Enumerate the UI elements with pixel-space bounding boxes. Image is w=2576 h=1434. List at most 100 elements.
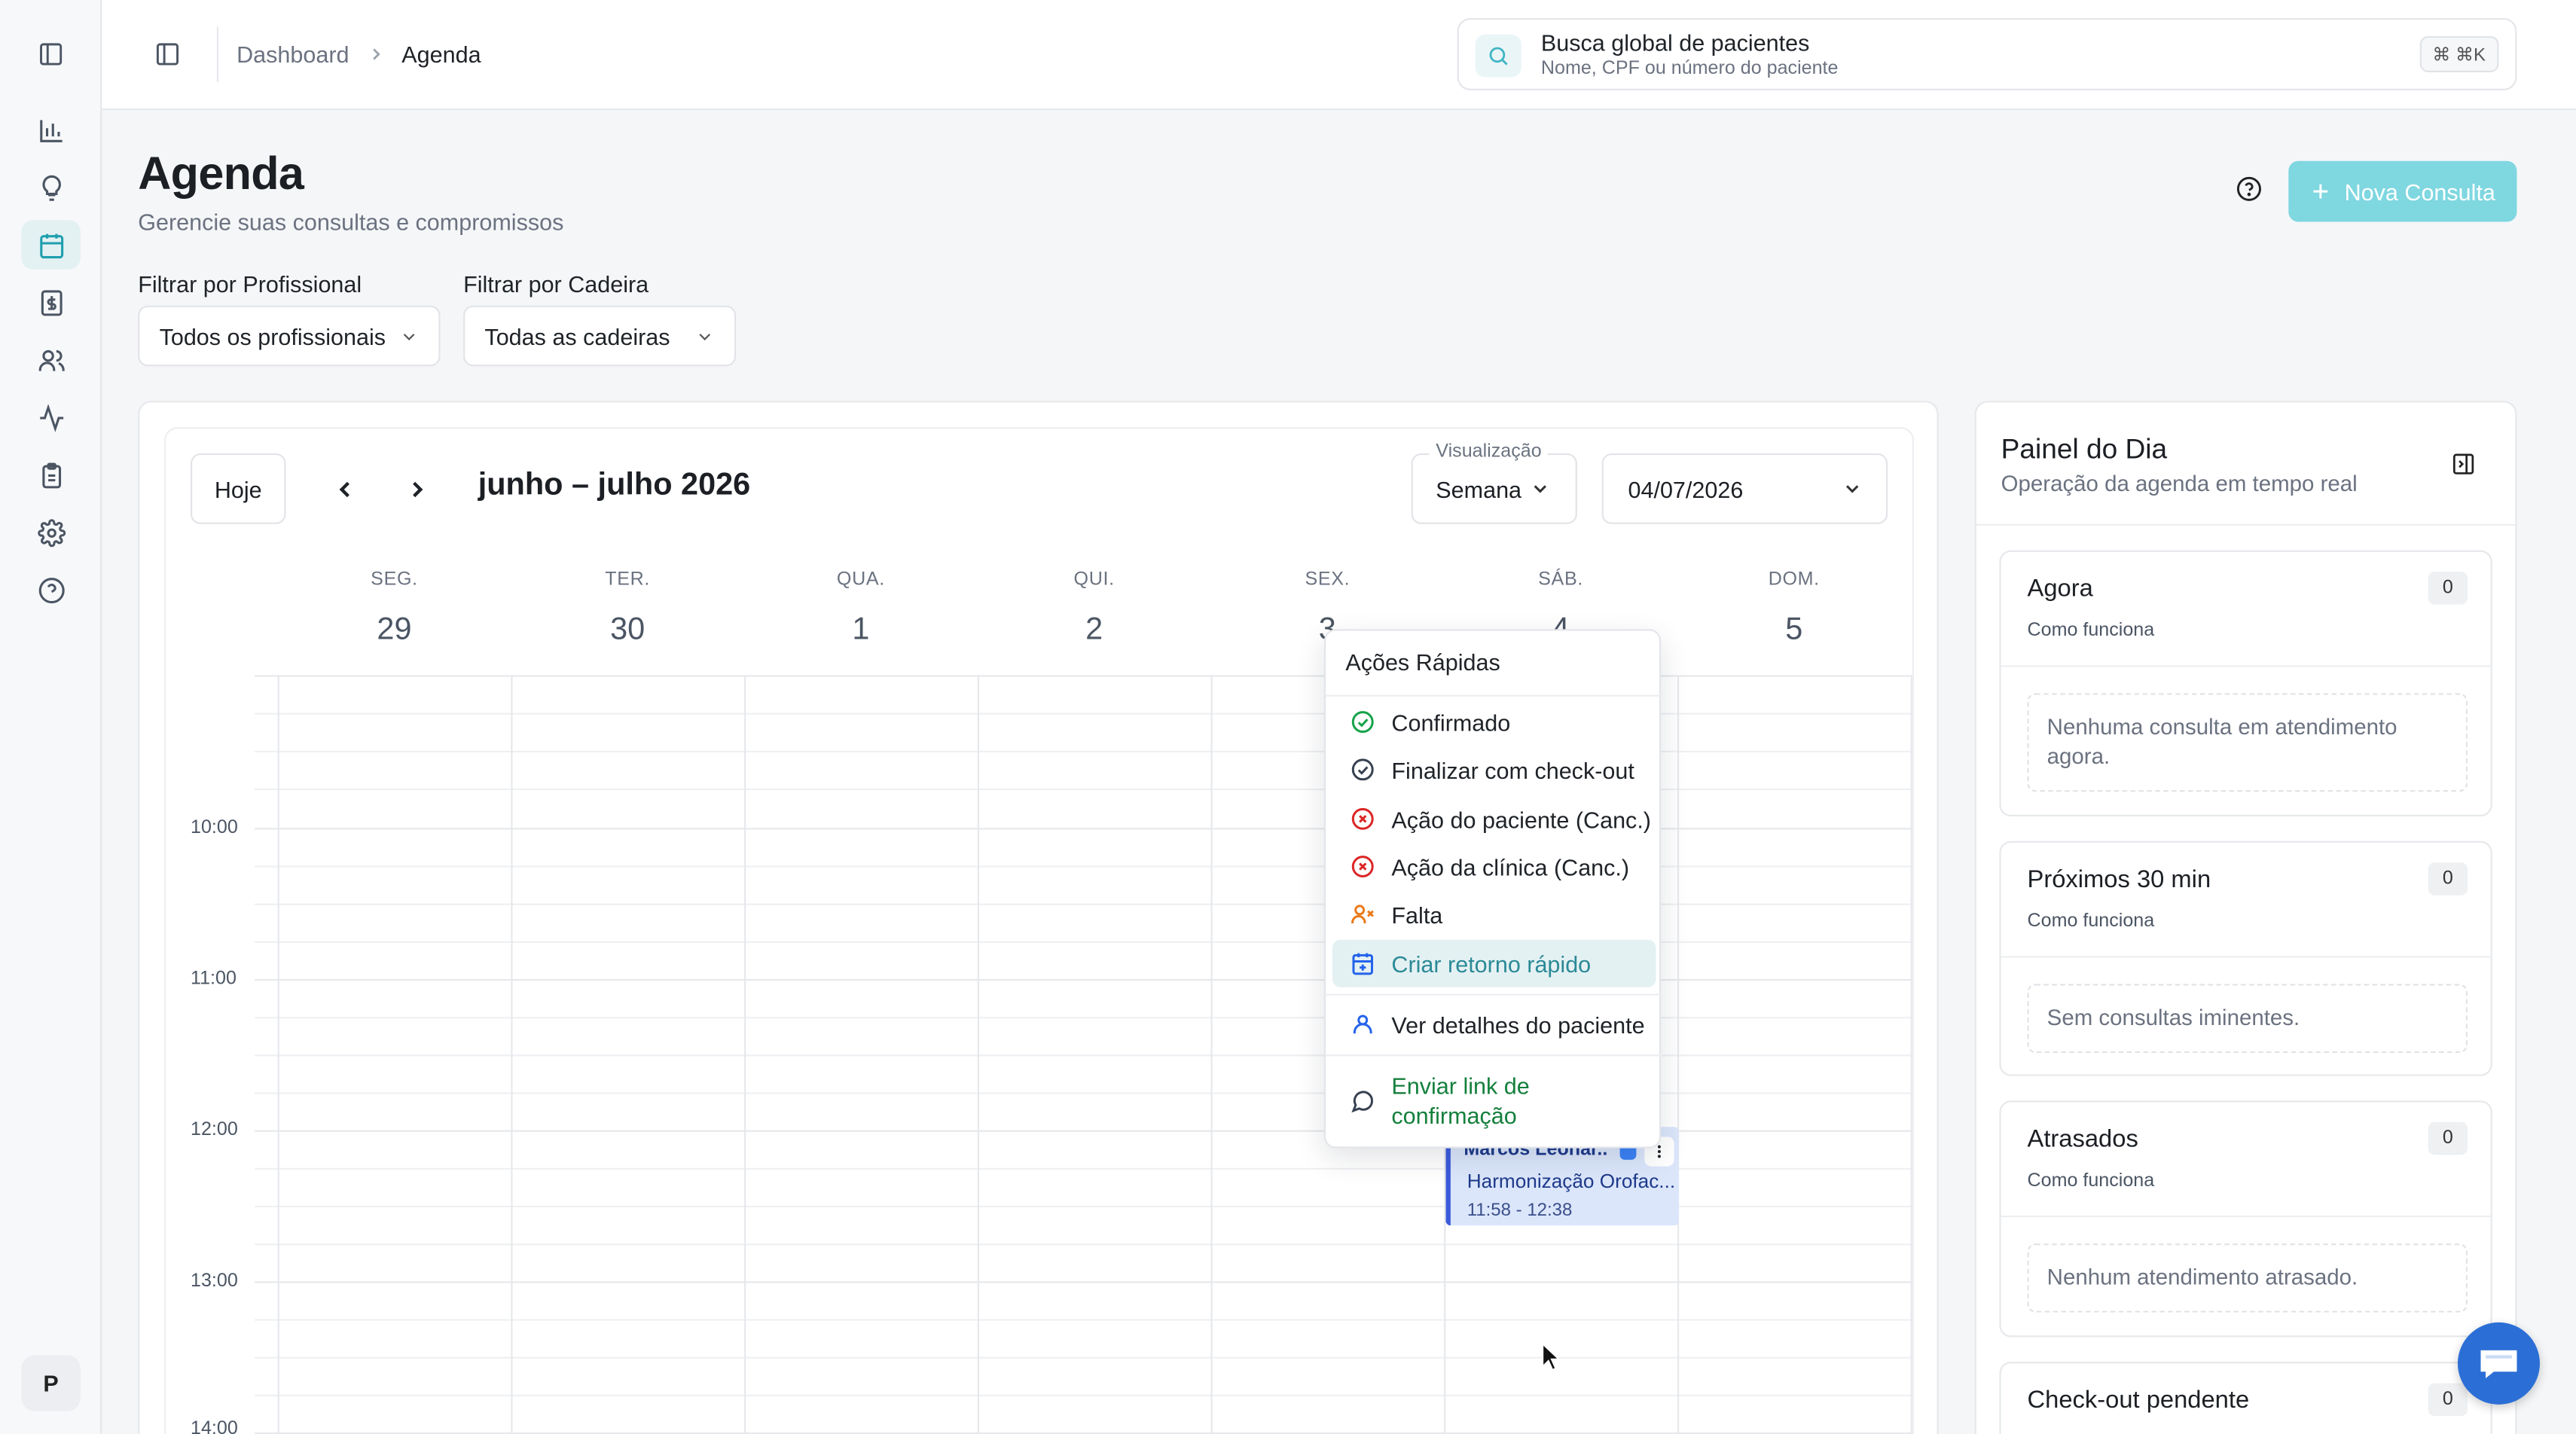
grid-line — [255, 1281, 1912, 1283]
grid-line — [255, 788, 1912, 791]
grid-line — [255, 1017, 1912, 1019]
professional-filter-label: Filtrar por Profissional — [138, 270, 362, 297]
grid-line — [255, 828, 1912, 830]
day-name: TER. — [605, 569, 651, 590]
sidebar-toggle-icon[interactable] — [154, 41, 181, 68]
menu-item-checkout[interactable]: Finalizar com check-out — [1332, 746, 1656, 793]
appointment-procedure: Harmonização Orofac... — [1467, 1169, 1674, 1193]
how-it-works-link[interactable]: Como funciona — [2028, 912, 2155, 932]
menu-item-confirmed[interactable]: Confirmado — [1332, 698, 1656, 746]
section-title: Check-out pendente — [2027, 1386, 2250, 1414]
menu-divider — [1326, 1054, 1663, 1057]
date-picker[interactable]: 04/07/2026 — [1601, 453, 1888, 524]
chair-filter-label: Filtrar por Cadeira — [463, 270, 649, 297]
chevron-down-icon — [1530, 478, 1551, 499]
day-name: SEG. — [371, 569, 418, 590]
message-circle-icon — [1332, 1088, 1392, 1113]
menu-item-label: Confirmado — [1391, 709, 1511, 736]
panel-collapse-icon[interactable] — [2451, 452, 2476, 477]
section-title: Próximos 30 min — [2027, 865, 2211, 894]
breadcrumb: Dashboard Agenda — [237, 41, 481, 68]
help-circle-icon[interactable] — [2236, 175, 2263, 202]
panel-toggle-icon[interactable] — [21, 29, 81, 78]
grid-line — [255, 1054, 1912, 1057]
count-badge: 0 — [2428, 862, 2468, 895]
chair-filter-select[interactable]: Todas as cadeiras — [463, 305, 737, 367]
chevron-right-icon — [365, 44, 385, 64]
time-label: 11:00 — [191, 969, 237, 990]
professional-filter-select[interactable]: Todos os profissionais — [138, 305, 441, 367]
today-button[interactable]: Hoje — [191, 453, 286, 524]
left-rail: P — [0, 0, 102, 1434]
day-number[interactable]: 1 — [744, 613, 978, 649]
day-number[interactable]: 5 — [1677, 613, 1911, 649]
menu-item-quick-return[interactable]: Criar retorno rápido — [1332, 939, 1656, 987]
search-shortcut: ⌘ ⌘K — [2419, 35, 2499, 72]
time-label: 14:00 — [191, 1419, 238, 1434]
menu-item-patient-details[interactable]: Ver detalhes do paciente — [1332, 1000, 1656, 1048]
new-appointment-label: Nova Consulta — [2344, 178, 2495, 205]
new-appointment-button[interactable]: Nova Consulta — [2288, 160, 2517, 222]
global-search[interactable]: Busca global de pacientes Nome, CPF ou n… — [1457, 17, 2517, 90]
menu-divider — [1326, 993, 1663, 996]
x-circle-icon — [1332, 854, 1392, 879]
grid-line — [255, 1243, 1912, 1246]
menu-item-patient-cancel[interactable]: Ação do paciente (Canc.) — [1332, 795, 1656, 843]
grid-line — [255, 978, 1912, 981]
grid-line — [255, 903, 1912, 905]
chart-icon[interactable] — [21, 105, 81, 154]
appointment-time: 11:58 - 12:38 — [1467, 1201, 1573, 1221]
settings-icon[interactable] — [21, 508, 81, 557]
mouse-cursor-icon — [1541, 1341, 1561, 1371]
chevron-left-icon[interactable] — [332, 477, 359, 503]
menu-item-label: Criar retorno rápido — [1391, 950, 1592, 977]
menu-item-label: Falta — [1391, 901, 1443, 928]
grid-line — [255, 1319, 1912, 1321]
help-icon[interactable] — [21, 565, 81, 614]
finance-icon[interactable] — [21, 278, 81, 327]
panel-divider — [1976, 523, 2516, 526]
day-number[interactable]: 30 — [511, 613, 744, 649]
menu-item-label: Ação da clínica (Canc.) — [1391, 853, 1630, 880]
menu-item-send-confirmation[interactable]: Enviar link de confirmação — [1332, 1064, 1656, 1137]
lightbulb-icon[interactable] — [21, 163, 81, 212]
breadcrumb-agenda: Agenda — [401, 41, 481, 68]
grid-line — [255, 1394, 1912, 1396]
section-next-30: Próximos 30 min Como funciona 0 Sem cons… — [1999, 841, 2492, 1076]
users-icon[interactable] — [21, 335, 81, 384]
chair-filter-value: Todas as cadeiras — [484, 322, 670, 349]
view-label: Visualização — [1429, 441, 1549, 462]
day-number[interactable]: 2 — [978, 613, 1211, 649]
clipboard-icon[interactable] — [21, 450, 81, 499]
activity-icon[interactable] — [21, 392, 81, 441]
calendar-plus-icon — [1332, 951, 1392, 976]
menu-item-label: Ver detalhes do paciente — [1391, 1011, 1645, 1038]
calendar-icon[interactable] — [21, 220, 81, 270]
plus-icon — [2310, 181, 2331, 202]
chevron-right-icon[interactable] — [404, 477, 431, 503]
day-number[interactable]: 29 — [278, 613, 511, 649]
grid-line — [255, 675, 1912, 677]
section-checkout-pending: Check-out pendente 0 — [1999, 1362, 2492, 1434]
menu-item-clinic-cancel[interactable]: Ação da clínica (Canc.) — [1332, 843, 1656, 890]
user-icon — [1332, 1012, 1392, 1037]
grid-line — [255, 865, 1912, 868]
page-title: Agenda — [138, 148, 304, 199]
calendar-range-title: junho – julho 2026 — [478, 468, 751, 503]
chat-button[interactable] — [2457, 1322, 2541, 1405]
count-badge: 0 — [2428, 572, 2468, 605]
section-now: Agora Como funciona 0 Nenhuma consulta e… — [1999, 550, 2492, 817]
day-panel-title: Painel do Dia — [2001, 433, 2168, 465]
how-it-works-link[interactable]: Como funciona — [2028, 1171, 2155, 1191]
page-subtitle: Gerencie suas consultas e compromissos — [138, 209, 564, 235]
day-name: SÁB. — [1538, 569, 1583, 590]
menu-item-label: Enviar link de confirmação — [1391, 1072, 1530, 1129]
view-select[interactable]: Semana — [1411, 453, 1577, 524]
menu-item-no-show[interactable]: Falta — [1332, 890, 1656, 938]
user-avatar[interactable]: P — [21, 1355, 81, 1411]
chat-icon — [2477, 1345, 2520, 1381]
user-x-icon — [1332, 902, 1392, 926]
breadcrumb-dashboard[interactable]: Dashboard — [237, 41, 349, 68]
check-circle-icon — [1332, 757, 1392, 782]
how-it-works-link[interactable]: Como funciona — [2028, 621, 2155, 640]
